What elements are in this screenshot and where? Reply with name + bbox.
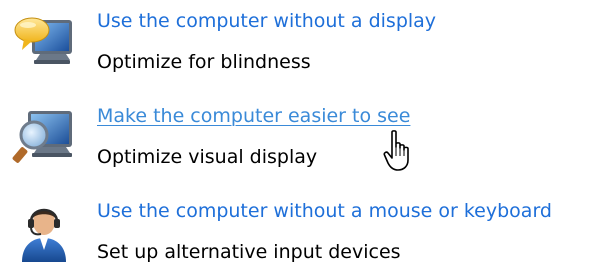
make-easier-to-see-description: Optimize visual display <box>97 146 318 168</box>
use-without-display-description: Optimize for blindness <box>97 51 311 73</box>
headset-person-icon <box>22 208 66 262</box>
option-use-without-display[interactable]: Use the computer without a display Optim… <box>0 0 605 80</box>
option-use-without-mouse-keyboard[interactable]: Use the computer without a mouse or keyb… <box>0 190 605 270</box>
make-easier-to-see-link[interactable]: Make the computer easier to see <box>97 103 410 129</box>
hand-pointer-icon <box>383 130 409 171</box>
use-without-mouse-keyboard-link[interactable]: Use the computer without a mouse or keyb… <box>97 198 552 224</box>
use-without-display-link[interactable]: Use the computer without a display <box>97 8 436 34</box>
speech-bubble-monitor-icon <box>14 17 72 64</box>
magnifier-monitor-icon <box>12 111 72 163</box>
option-make-easier-to-see[interactable]: Make the computer easier to see Optimize… <box>0 95 605 175</box>
use-without-mouse-keyboard-description: Set up alternative input devices <box>97 241 401 263</box>
